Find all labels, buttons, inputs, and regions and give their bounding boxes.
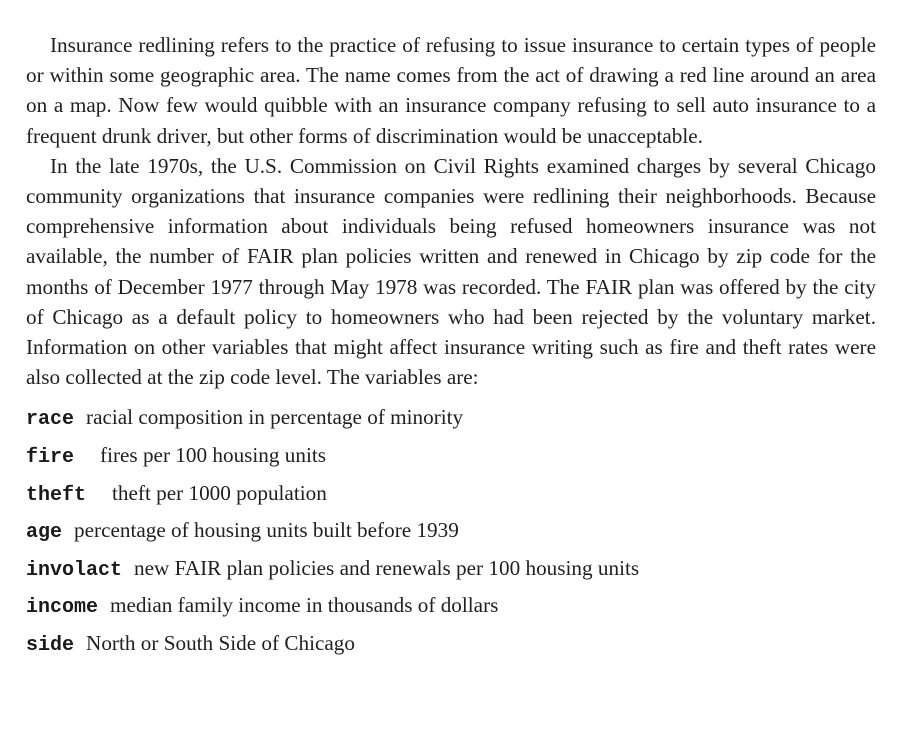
variable-list: race racial composition in percentage of…	[26, 405, 876, 668]
variable-row-income: income median family income in thousands…	[26, 593, 876, 631]
variable-name: income	[26, 596, 99, 620]
variable-description: new FAIR plan policies and renewals per …	[134, 555, 640, 580]
variable-row-theft: theft theft per 1000 population	[26, 481, 876, 519]
variable-row-side: side North or South Side of Chicago	[26, 631, 876, 669]
variable-name: theft	[26, 483, 87, 507]
variable-description: racial composition in percentage of mino…	[86, 405, 464, 430]
variable-description: fires per 100 housing units	[100, 443, 326, 468]
variable-description: median family income in thousands of dol…	[110, 593, 499, 618]
variable-description: theft per 1000 population	[112, 480, 327, 505]
variable-description: percentage of housing units built before…	[74, 518, 459, 543]
variable-name: race	[26, 408, 75, 432]
variable-name: fire	[26, 446, 75, 470]
intro-paragraph: Insurance redlining refers to the practi…	[26, 33, 876, 148]
document-page: Insurance redlining refers to the practi…	[0, 0, 914, 739]
variable-name: age	[26, 521, 63, 545]
variable-description: North or South Side of Chicago	[86, 631, 355, 655]
variable-row-involact: involact new FAIR plan policies and rene…	[26, 556, 876, 594]
variable-row-fire: fire fires per 100 housing units	[26, 443, 876, 481]
variable-row-age: age percentage of housing units built be…	[26, 518, 876, 556]
variable-name: side	[26, 634, 75, 657]
variable-name: involact	[26, 558, 123, 582]
variable-row-race: race racial composition in percentage of…	[26, 405, 876, 443]
study-paragraph: In the late 1970s, the U.S. Commission o…	[26, 153, 876, 390]
